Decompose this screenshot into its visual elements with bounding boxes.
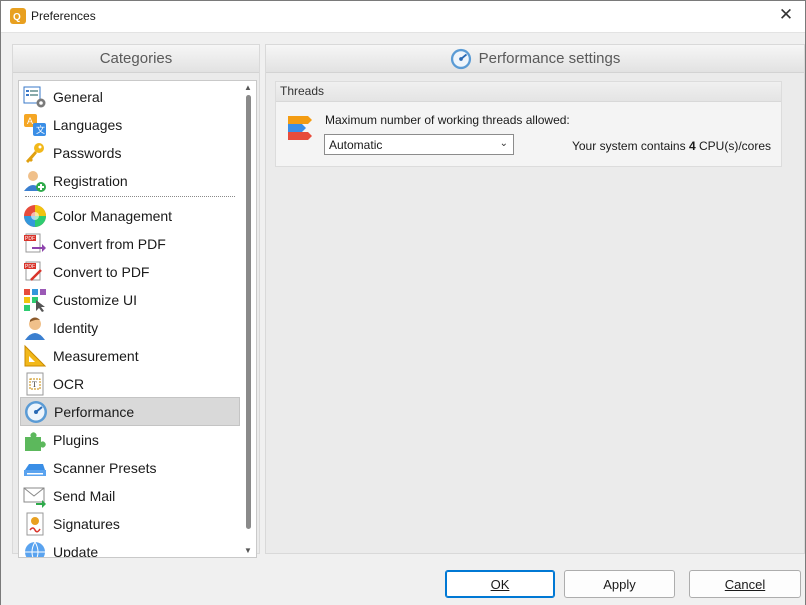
category-label: Measurement: [53, 347, 139, 364]
category-label: Convert to PDF: [53, 263, 150, 280]
convert-to-pdf-icon: PDF: [24, 261, 42, 281]
category-item-performance[interactable]: Performance: [20, 397, 240, 426]
categories-panel: Categories General A文 Languages Password…: [12, 44, 260, 558]
scroll-down-arrow-icon[interactable]: ▼: [244, 546, 252, 555]
category-label: Color Management: [53, 207, 173, 224]
threads-group: Threads Maximum number of working thread…: [275, 81, 782, 167]
categories-list[interactable]: General A文 Languages Passwords Registrat…: [18, 80, 257, 558]
category-item-convert-to-pdf[interactable]: PDF Convert to PDF: [20, 258, 240, 285]
category-label: OCR: [53, 375, 85, 392]
category-label: Passwords: [53, 144, 122, 161]
scroll-up-arrow-icon[interactable]: ▲: [244, 83, 252, 92]
svg-text:T: T: [32, 380, 37, 389]
category-item-customize-ui[interactable]: Customize UI: [20, 286, 240, 313]
category-label: Signatures: [53, 515, 120, 532]
settings-title: Performance settings: [478, 50, 621, 67]
category-item-update[interactable]: Update: [20, 538, 240, 558]
category-label: General: [53, 88, 103, 105]
ruler-triangle-icon: [24, 344, 47, 366]
category-label: Registration: [53, 172, 128, 189]
category-item-passwords[interactable]: Passwords: [20, 139, 240, 166]
dialog-body: Categories General A文 Languages Password…: [1, 32, 805, 605]
scanner-icon: [24, 463, 46, 476]
category-label: Languages: [53, 116, 123, 133]
scroll-thumb[interactable]: [246, 95, 251, 529]
apply-button-label: Apply: [603, 576, 636, 592]
threads-icon: [288, 116, 312, 140]
category-item-identity[interactable]: Identity: [20, 314, 240, 341]
signature-document-icon: [26, 512, 44, 535]
identity-user-icon: [25, 317, 45, 340]
preferences-dialog: Q Preferences ✕ Categories General A文 La…: [0, 0, 806, 605]
cpu-info-suffix: CPU(s)/cores: [698, 139, 771, 153]
window-title: Preferences: [31, 9, 96, 23]
general-settings-icon: [23, 86, 46, 107]
svg-text:Q: Q: [13, 12, 21, 23]
cancel-button[interactable]: Cancel: [689, 570, 801, 598]
gauge-icon: [25, 400, 47, 423]
gauge-icon: [450, 48, 471, 69]
customize-ui-icon: [24, 288, 46, 312]
cpu-info-text: Your system contains 4 CPU(s)/cores: [572, 139, 771, 153]
category-item-plugins[interactable]: Plugins: [20, 426, 240, 453]
globe-update-icon: [25, 541, 45, 557]
languages-icon: A文: [24, 113, 46, 136]
svg-text:A: A: [27, 116, 33, 126]
category-item-color-management[interactable]: Color Management: [20, 202, 240, 229]
cpu-count: 4: [688, 139, 696, 153]
category-item-signatures[interactable]: Signatures: [20, 510, 240, 537]
category-item-send-mail[interactable]: Send Mail: [20, 482, 240, 509]
category-item-registration[interactable]: Registration: [20, 167, 240, 194]
key-icon: [26, 142, 44, 163]
envelope-icon: [23, 487, 46, 508]
ok-button-label: OK: [490, 576, 510, 592]
category-label: Customize UI: [53, 291, 138, 308]
svg-text:PDF: PDF: [25, 264, 35, 270]
category-label: Send Mail: [53, 487, 116, 504]
ok-button[interactable]: OK: [445, 570, 555, 598]
svg-text:文: 文: [36, 124, 45, 135]
category-item-measurement[interactable]: Measurement: [20, 342, 240, 369]
settings-panel: Performance settings Threads Maximum num…: [265, 44, 805, 554]
category-separator: [25, 196, 235, 197]
category-label: Performance: [54, 403, 135, 420]
threads-dropdown-value: Automatic: [329, 137, 383, 152]
category-item-ocr[interactable]: T OCR: [20, 370, 240, 397]
category-label: Update: [53, 543, 99, 558]
convert-from-pdf-icon: PDF: [24, 233, 46, 252]
categories-header: Categories: [13, 45, 259, 73]
chevron-down-icon: ⌄: [499, 138, 508, 149]
svg-text:PDF: PDF: [25, 236, 35, 242]
category-item-convert-from-pdf[interactable]: PDF Convert from PDF: [20, 230, 240, 257]
settings-header: Performance settings: [266, 45, 804, 73]
cpu-info-prefix: Your system contains: [571, 139, 686, 153]
category-item-scanner-presets[interactable]: Scanner Presets: [20, 454, 240, 481]
color-wheel-icon: [24, 204, 46, 227]
registration-user-icon: [24, 170, 46, 192]
apply-button[interactable]: Apply: [564, 570, 675, 598]
category-label: Identity: [53, 319, 99, 336]
cancel-button-label: Cancel: [724, 576, 766, 592]
category-item-general[interactable]: General: [20, 83, 240, 110]
threads-group-title: Threads: [276, 82, 781, 102]
category-label: Plugins: [53, 431, 99, 448]
close-button[interactable]: ✕: [775, 4, 797, 26]
threads-dropdown[interactable]: Automatic ⌄: [324, 134, 514, 155]
title-bar: Q Preferences ✕: [1, 1, 805, 32]
ocr-document-icon: T: [26, 372, 44, 395]
app-logo-icon: Q: [10, 8, 26, 24]
category-label: Scanner Presets: [53, 459, 157, 476]
category-label: Convert from PDF: [53, 235, 166, 252]
category-item-languages[interactable]: A文 Languages: [20, 111, 240, 138]
threads-label: Maximum number of working threads allowe…: [325, 113, 570, 127]
categories-scrollbar[interactable]: ▲ ▼: [242, 81, 256, 557]
puzzle-piece-icon: [25, 431, 46, 451]
